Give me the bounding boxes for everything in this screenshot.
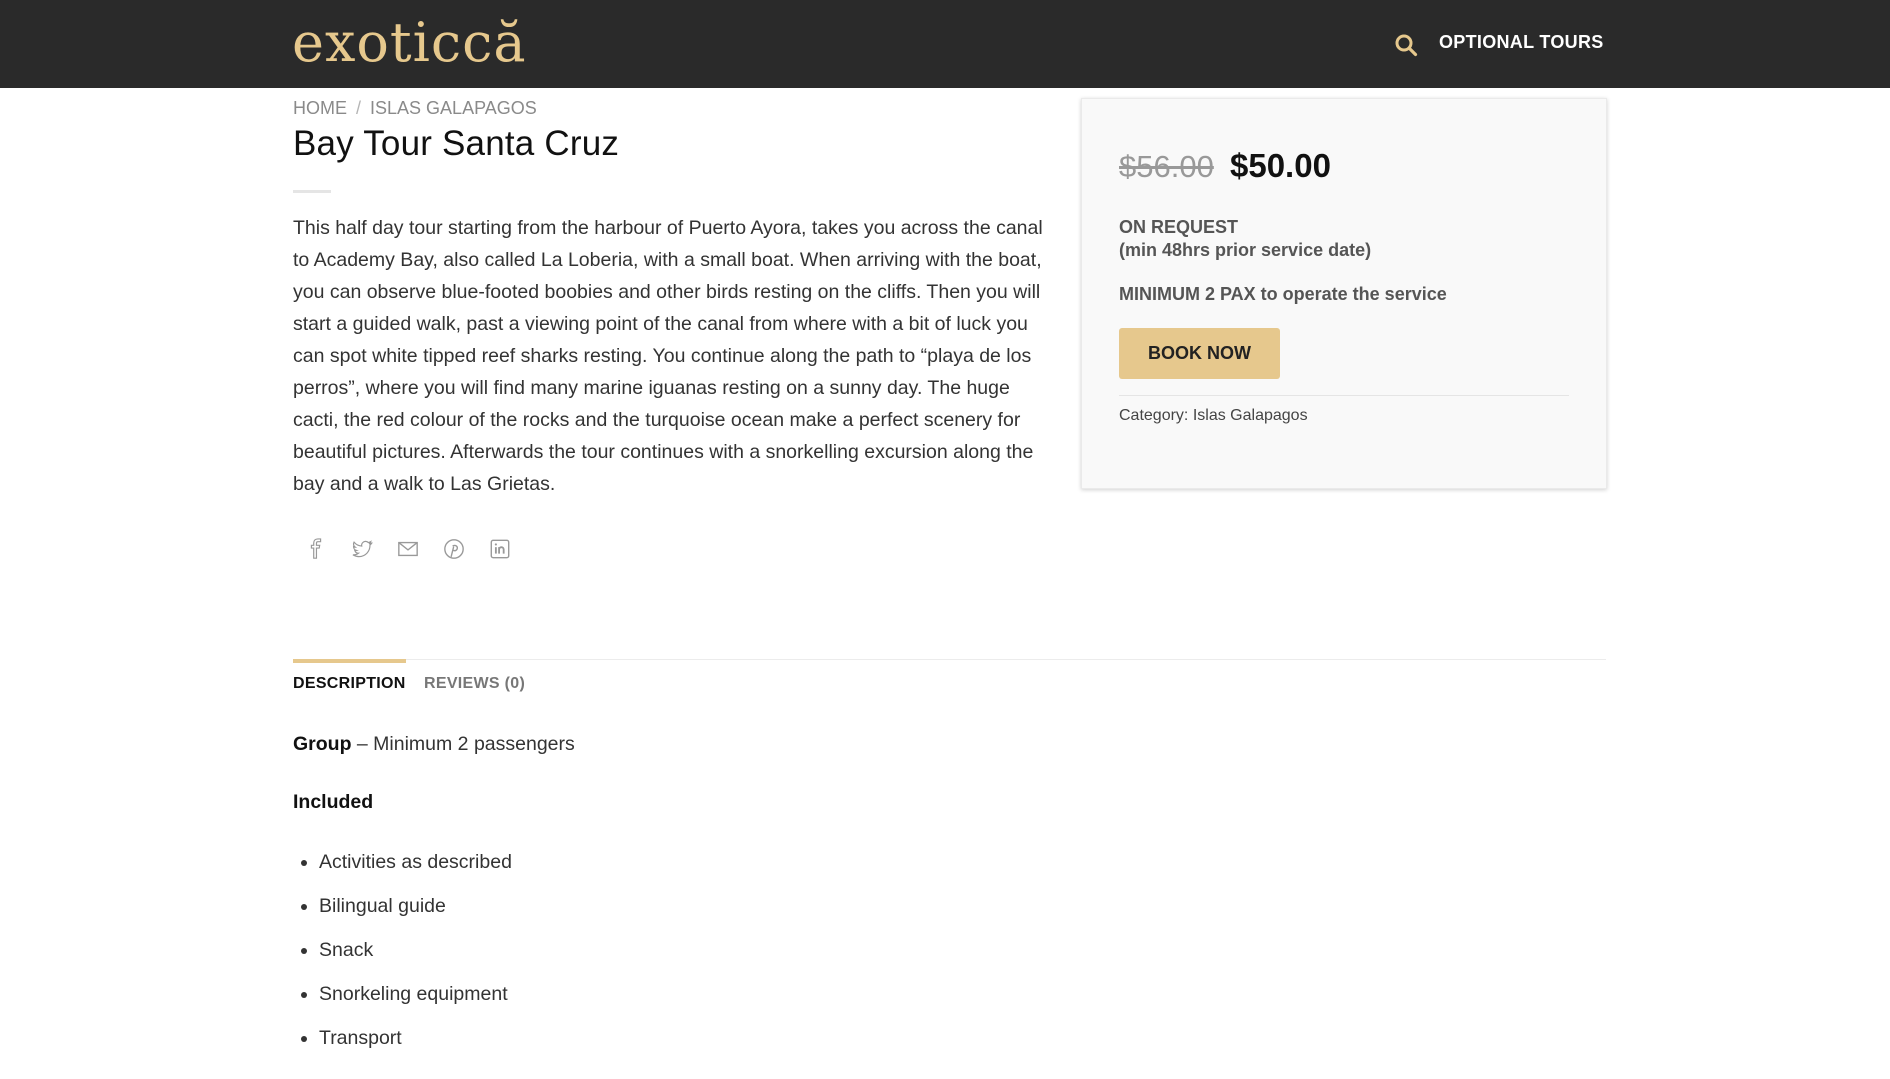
facebook-icon[interactable]	[303, 536, 329, 562]
included-heading: Included	[293, 791, 374, 813]
share-icons	[303, 536, 513, 562]
list-item: Transport	[319, 1018, 512, 1062]
page-title: Bay Tour Santa Cruz	[293, 124, 620, 163]
title-divider	[293, 190, 331, 193]
twitter-icon[interactable]	[349, 536, 375, 562]
list-item: Snack	[319, 930, 512, 974]
purchase-box: $56.00 $50.00 ON REQUEST (min 48hrs prio…	[1081, 98, 1607, 489]
list-item: Activities as described	[319, 842, 512, 886]
breadcrumb-separator: /	[356, 98, 362, 118]
group-info: Group – Minimum 2 passengers	[293, 733, 575, 756]
email-icon[interactable]	[395, 536, 421, 562]
product-category: Category: Islas Galapagos	[1119, 407, 1308, 425]
on-request-notice: ON REQUEST (min 48hrs prior service date…	[1119, 216, 1371, 262]
min-pax-notice: MINIMUM 2 PAX to operate the service	[1119, 284, 1447, 304]
category-link[interactable]: Islas Galapagos	[1193, 407, 1308, 424]
old-price: $56.00	[1119, 149, 1214, 184]
group-label: Group	[293, 733, 352, 755]
tabs-divider	[293, 659, 1606, 660]
on-request-label: ON REQUEST	[1119, 217, 1239, 237]
pinterest-icon[interactable]	[441, 536, 467, 562]
purchase-divider	[1119, 395, 1569, 396]
active-tab-indicator	[293, 659, 406, 663]
list-item: Bilingual guide	[319, 886, 512, 930]
site-logo[interactable]: exoticcă	[292, 8, 527, 78]
included-list: Activities as described Bilingual guide …	[293, 842, 512, 1062]
group-text: – Minimum 2 passengers	[351, 733, 575, 755]
book-now-button[interactable]: BOOK NOW	[1119, 328, 1280, 379]
breadcrumb-home[interactable]: HOME	[293, 98, 347, 118]
product-description: This half day tour starting from the har…	[293, 217, 1043, 495]
list-item: Snorkeling equipment	[319, 974, 512, 1018]
tab-reviews[interactable]: REVIEWS (0)	[424, 675, 525, 693]
current-price: $50.00	[1230, 147, 1331, 184]
tab-description[interactable]: DESCRIPTION	[293, 675, 406, 693]
on-request-condition: (min 48hrs prior service date)	[1119, 240, 1372, 260]
nav-optional-tours[interactable]: OPTIONAL TOURS	[1439, 32, 1604, 53]
breadcrumb: HOME / ISLAS GALAPAGOS	[293, 98, 537, 119]
site-header: exoticcă OPTIONAL TOURS	[0, 0, 1890, 88]
search-icon[interactable]	[1394, 33, 1418, 57]
linkedin-icon[interactable]	[487, 536, 513, 562]
breadcrumb-islas-galapagos[interactable]: ISLAS GALAPAGOS	[370, 98, 537, 118]
category-label: Category:	[1119, 407, 1189, 424]
